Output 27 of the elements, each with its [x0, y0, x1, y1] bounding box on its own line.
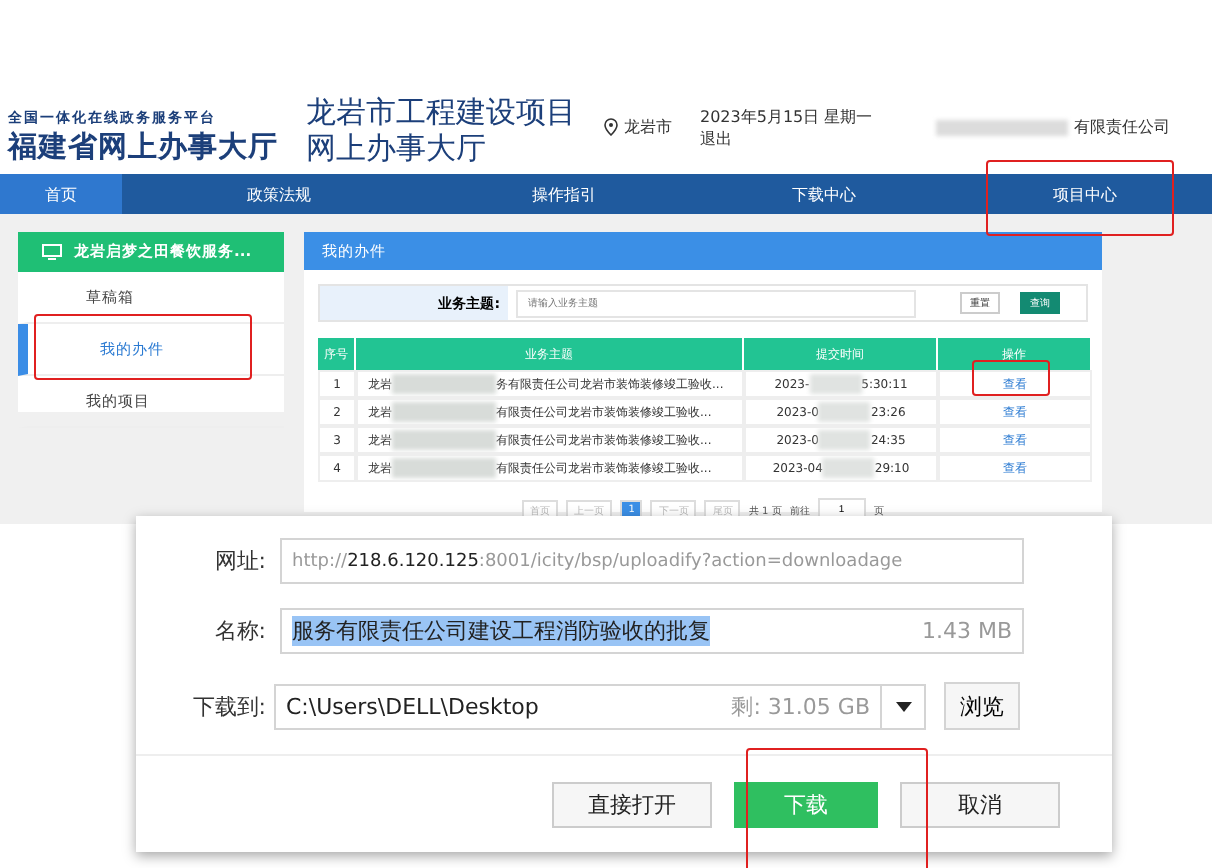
dialog-button[interactable]: 直接打开	[552, 781, 712, 827]
annotation-box	[972, 360, 1050, 396]
nav-tab[interactable]: 政策法规	[121, 174, 437, 214]
nav-tab[interactable]: 首页	[0, 174, 122, 214]
nav-tab[interactable]: 操作指引	[436, 174, 691, 214]
nav-tab[interactable]: 项目中心	[957, 174, 1212, 214]
save-to-label: 下载到:	[190, 691, 266, 721]
save-path-field[interactable]: C:\Users\DELL\Desktop 剩: 31.05 GB	[274, 683, 882, 729]
dialog-button[interactable]: 取消	[900, 781, 1060, 827]
browse-button[interactable]: 浏览	[944, 682, 1020, 730]
site-title: 龙岩市工程建设项目	[306, 94, 576, 130]
date-text: 2023年5月15日 星期一	[700, 106, 873, 128]
caret-icon	[895, 701, 911, 711]
url-field[interactable]: http://218.6.120.125:8001/icity/bsp/uploadify?action=downloadage	[280, 538, 1024, 584]
logout-link[interactable]: 退出	[700, 128, 873, 150]
nav-tab[interactable]: 下载中心	[690, 174, 958, 214]
site-subtitle: 网上办事大厅	[306, 130, 488, 166]
monitor-icon	[42, 244, 62, 260]
url-label: 网址:	[212, 546, 266, 576]
filename-field[interactable]: 服务有限责任公司建设工程消防验收的批复 1.43 MB	[280, 608, 1024, 654]
dropdown-button[interactable]	[882, 683, 926, 729]
company-name: 有限责任公司	[1074, 116, 1171, 138]
name-label: 名称:	[212, 616, 266, 646]
logo-title: 福建省网上办事大厅	[8, 128, 278, 166]
location-text: 龙岩市	[624, 116, 672, 138]
location-pin-icon	[604, 118, 618, 136]
blurred-region	[936, 119, 1069, 135]
